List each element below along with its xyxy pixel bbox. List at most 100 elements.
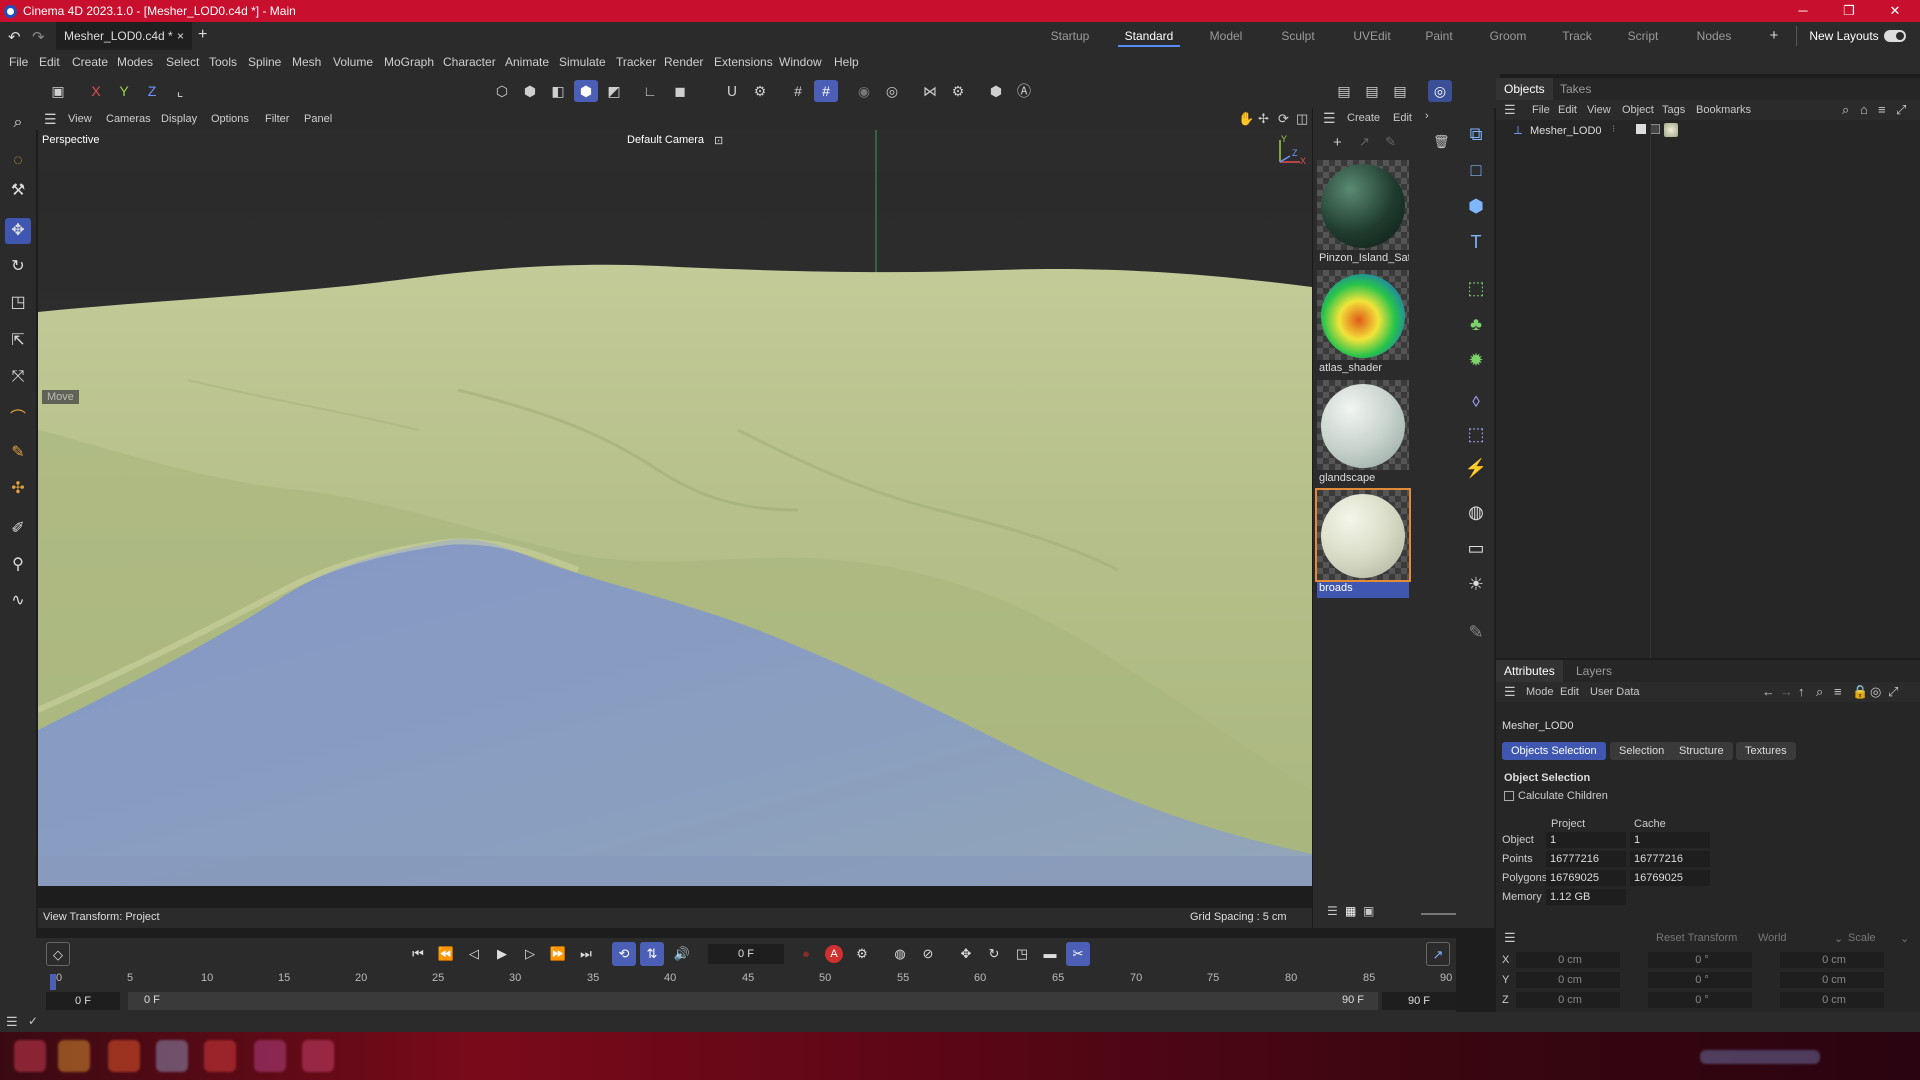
mode-dropdown[interactable]: Scale (1848, 932, 1876, 944)
subtab-objects-selection[interactable]: Objects Selection (1502, 742, 1606, 760)
reset-transform-button[interactable]: Reset Transform (1656, 932, 1737, 944)
subtab-selection[interactable]: Selection (1610, 742, 1674, 760)
camera-link-icon[interactable]: ⊡ (714, 134, 723, 147)
menu-extensions[interactable]: Extensions (714, 50, 773, 74)
soft-settings-icon[interactable]: ◎ (880, 80, 904, 102)
menu-tools[interactable]: Tools (209, 50, 237, 74)
play-icon[interactable]: ▶ (490, 942, 514, 966)
lock-workplane-icon[interactable]: ⬢ (984, 80, 1008, 102)
status-menu-icon[interactable]: ☰ (6, 1014, 18, 1030)
object-menu-tags[interactable]: Tags (1662, 104, 1685, 116)
viewport-3d[interactable]: Perspective Default Camera ⊡ Move Y X Z (38, 130, 1312, 886)
timeline-window-icon[interactable]: ↗ (1426, 942, 1450, 966)
layout-paint[interactable]: Paint (1414, 22, 1464, 50)
phong-tag-icon[interactable] (1636, 124, 1646, 134)
rotation-field[interactable]: 0 ° (1648, 972, 1752, 988)
menu-animate[interactable]: Animate (505, 50, 549, 74)
layout-groom[interactable]: Groom (1480, 22, 1536, 50)
minimize-button[interactable]: ─ (1780, 0, 1826, 22)
point-level-animation-icon[interactable]: ✂ (1066, 942, 1090, 966)
taskbar-tray-icon[interactable] (1700, 1050, 1820, 1064)
forward-arrow-icon[interactable]: → (1780, 684, 1793, 699)
previous-key-icon[interactable]: ⏪ (434, 942, 458, 966)
frame-ruler[interactable]: 0 5 10 15 20 25 30 35 40 45 50 55 60 65 … (50, 970, 1452, 990)
taskbar-app-icon[interactable] (58, 1040, 90, 1072)
material-item[interactable]: atlas_shader (1317, 270, 1409, 378)
symmetry-settings-icon[interactable]: ⚙ (946, 80, 970, 102)
filter-icon[interactable]: ≡ (1878, 102, 1886, 117)
tab-objects[interactable]: Objects (1496, 78, 1553, 100)
undo-icon[interactable]: ↶ (8, 28, 21, 46)
menu-select[interactable]: Select (166, 50, 199, 74)
next-frame-icon[interactable]: ▷ (518, 942, 542, 966)
menu-mograph[interactable]: MoGraph (384, 50, 434, 74)
spline-nodes-icon[interactable]: ✣ (5, 476, 31, 502)
coordinate-system-icon[interactable]: ⌞ (168, 80, 192, 102)
layout-script[interactable]: Script (1618, 22, 1668, 50)
search-icon[interactable]: ⌕ (5, 110, 31, 136)
scale-key-icon[interactable]: ◳ (1010, 942, 1034, 966)
menu-tracker[interactable]: Tracker (616, 50, 656, 74)
rotation-key-icon[interactable]: ↻ (982, 942, 1006, 966)
sculpt-tool-icon[interactable]: ⚲ (5, 552, 31, 578)
position-key-icon[interactable]: ✥ (954, 942, 978, 966)
cube-primitive-icon[interactable]: □ (1462, 156, 1490, 184)
search-attribute-icon[interactable]: ⌕ (1816, 684, 1823, 700)
menu-spline[interactable]: Spline (248, 50, 281, 74)
camera-object-icon[interactable]: ▭ (1462, 534, 1490, 562)
up-arrow-icon[interactable]: ↑ (1798, 684, 1805, 699)
new-tab-icon[interactable]: + (198, 26, 207, 44)
object-row[interactable]: ⟂ Mesher_LOD0 ⁝ (1496, 122, 1920, 140)
menu-help[interactable]: Help (834, 50, 859, 74)
workplane-snap-icon[interactable]: # (814, 80, 838, 102)
scale-field[interactable]: 0 cm (1780, 992, 1884, 1008)
volume-icon[interactable]: ⬚ (1462, 420, 1490, 448)
soft-selection-icon[interactable]: ◉ (852, 80, 876, 102)
position-field[interactable]: 0 cm (1516, 952, 1620, 968)
rotate-tool-icon[interactable]: ↻ (5, 254, 31, 280)
menu-simulate[interactable]: Simulate (559, 50, 606, 74)
object-menu-edit[interactable]: Edit (1558, 104, 1577, 116)
points-mode-icon[interactable]: ⬡ (490, 80, 514, 102)
current-frame-field[interactable]: 0 F (708, 944, 784, 964)
transfer-tool-icon[interactable]: ⇱ (5, 328, 31, 354)
menu-mesh[interactable]: Mesh (292, 50, 321, 74)
render-settings-icon[interactable]: ▤ (1388, 80, 1412, 102)
expand-panel-icon[interactable]: ⤢ (1896, 102, 1906, 118)
object-hamburger-icon[interactable]: ☰ (1504, 102, 1516, 118)
layout-nodes[interactable]: Nodes (1686, 22, 1742, 50)
pan-view-icon[interactable]: ✋ (1238, 108, 1254, 130)
list-view-icon[interactable]: ☰ (1327, 904, 1338, 918)
object-menu-object[interactable]: Object (1622, 104, 1654, 116)
next-key-icon[interactable]: ⏩ (546, 942, 570, 966)
key-settings-icon[interactable]: ⚙ (850, 942, 874, 966)
redo-icon[interactable]: ↷ (32, 28, 45, 46)
keyframe-icon[interactable]: ◇ (46, 942, 70, 966)
taskbar-app-icon[interactable] (204, 1040, 236, 1072)
mode-dropdown-chevron-icon[interactable]: ⌄ (1900, 932, 1909, 945)
playback-rate-icon[interactable]: ⇅ (640, 942, 664, 966)
uv-mode-icon[interactable]: ◩ (602, 80, 626, 102)
dolly-view-icon[interactable]: ✢ (1258, 108, 1269, 130)
parameter-key-icon[interactable]: ▬ (1038, 942, 1062, 966)
grid-view-icon[interactable]: ▦ (1345, 904, 1356, 918)
snap-settings-icon[interactable]: ⚙ (748, 80, 772, 102)
environment-icon[interactable]: ◍ (1462, 498, 1490, 526)
model-mode-icon[interactable]: ⬢ (574, 80, 598, 102)
light-object-icon[interactable]: ☀ (1462, 570, 1490, 598)
z-axis-lock-button[interactable]: Z (140, 80, 164, 102)
material-menu-create[interactable]: Create (1347, 112, 1380, 124)
previous-frame-icon[interactable]: ◁ (462, 942, 486, 966)
x-axis-lock-button[interactable]: X (84, 80, 108, 102)
knife-tool-icon[interactable]: ∿ (5, 588, 31, 614)
axis-mode-icon[interactable]: ∟ (638, 80, 662, 102)
key-lock-icon[interactable]: ⊘ (916, 942, 940, 966)
close-tab-icon[interactable]: × (177, 29, 184, 43)
layout-standard[interactable]: Standard (1118, 22, 1180, 50)
material-item[interactable]: broads (1315, 488, 1411, 598)
rotation-field[interactable]: 0 ° (1648, 992, 1752, 1008)
menu-edit[interactable]: Edit (39, 50, 60, 74)
tab-takes[interactable]: Takes (1552, 78, 1599, 100)
document-tab[interactable]: Mesher_LOD0.c4d * × (56, 22, 192, 50)
material-item[interactable]: glandscape (1317, 380, 1409, 488)
